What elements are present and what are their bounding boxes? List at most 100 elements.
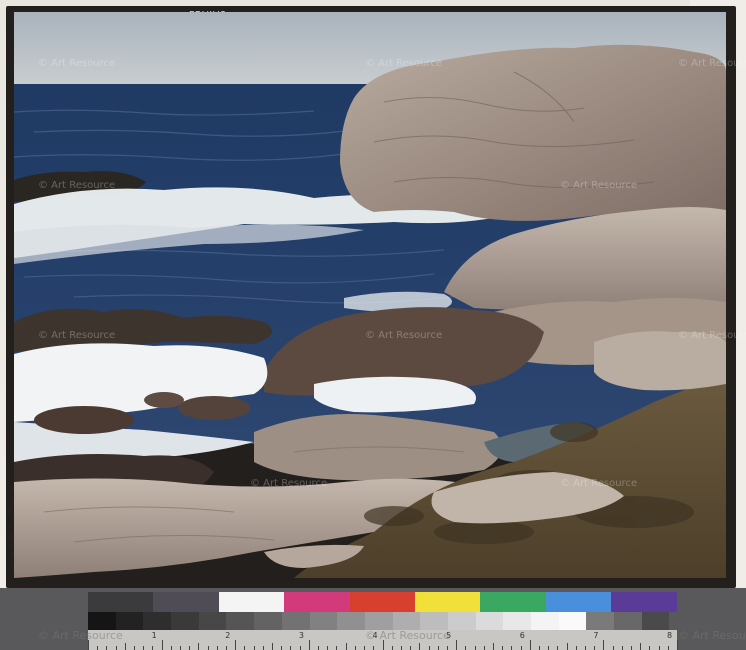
ruler-tick	[419, 643, 421, 650]
gray-patch-9	[309, 612, 338, 630]
ruler-tick	[318, 646, 320, 650]
ruler-tick	[235, 640, 237, 650]
gray-patch-14	[447, 612, 476, 630]
ruler-tick	[612, 646, 614, 650]
ruler-tick	[566, 643, 568, 650]
ruler-number: 5	[446, 631, 452, 640]
gray-patch-1	[88, 612, 116, 630]
ruler-number: 8	[667, 631, 673, 640]
color-patch-9	[611, 592, 677, 612]
ruler-tick	[327, 646, 329, 650]
ruler-tick	[354, 646, 356, 650]
ruler-tick	[382, 640, 384, 650]
gray-patch-2	[115, 612, 144, 630]
ruler-number: 6	[519, 631, 525, 640]
ruler-tick	[548, 646, 550, 650]
ruler-tick	[299, 646, 301, 650]
ruler-tick	[502, 646, 504, 650]
ruler-tick	[529, 640, 531, 650]
ruler-tick	[446, 646, 448, 650]
ruler-number: 3	[298, 631, 304, 640]
ruler-tick	[88, 640, 89, 650]
ruler-tick	[677, 640, 678, 650]
gray-patch-13	[420, 612, 448, 630]
color-patch-6	[414, 592, 481, 612]
ruler-tick	[649, 646, 651, 650]
ruler-tick	[281, 646, 283, 650]
ruler-tick	[272, 643, 274, 650]
color-patch-7	[480, 592, 546, 612]
ruler-tick	[124, 643, 126, 650]
ruler-tick	[143, 646, 145, 650]
ruler-number: 4	[372, 631, 378, 640]
ruler-tick	[400, 646, 402, 650]
ruler-tick	[483, 646, 485, 650]
ruler-tick	[428, 646, 430, 650]
ruler-tick	[594, 646, 596, 650]
ruler-tick	[262, 646, 264, 650]
gray-patch-18	[558, 612, 587, 630]
ruler-number: 2	[225, 631, 231, 640]
ruler-tick	[584, 646, 586, 650]
ruler-tick	[336, 646, 338, 650]
gray-patch-8	[281, 612, 310, 630]
ruler-tick	[474, 646, 476, 650]
ruler-tick	[630, 646, 632, 650]
ruler-tick	[373, 646, 375, 650]
gray-patch-10	[337, 612, 365, 630]
ruler-tick	[621, 646, 623, 650]
ruler-tick	[134, 646, 136, 650]
gray-patch-15	[475, 612, 504, 630]
ruler-tick	[364, 646, 366, 650]
gray-patch-16	[503, 612, 531, 630]
gray-patch-21	[641, 612, 670, 630]
gray-patch-20	[614, 612, 642, 630]
ruler-tick	[557, 646, 559, 650]
gray-patch-17	[531, 612, 559, 630]
ruler-tick	[437, 646, 439, 650]
ruler-tick	[180, 646, 182, 650]
gray-patch-5	[198, 612, 227, 630]
ruler-tick	[106, 646, 108, 650]
ruler-tick	[226, 646, 228, 650]
ruler-tick	[658, 646, 660, 650]
ruler-tick	[253, 646, 255, 650]
ruler-tick	[640, 643, 642, 650]
ruler-tick	[290, 646, 292, 650]
ruler-tick	[410, 646, 412, 650]
gray-patch-4	[171, 612, 199, 630]
ruler-tick	[308, 640, 310, 650]
ruler-tick	[511, 646, 513, 650]
coastal-photograph	[14, 12, 726, 578]
ruler-number: 7	[593, 631, 599, 640]
ruler-tick	[456, 640, 458, 650]
ruler-tick	[207, 646, 209, 650]
color-calibration-bar	[88, 592, 677, 612]
ruler-tick	[161, 640, 163, 650]
gray-patch-7	[254, 612, 282, 630]
grayscale-calibration-bar	[88, 612, 670, 630]
gray-patch-11	[364, 612, 393, 630]
ruler-tick	[97, 646, 99, 650]
color-patch-8	[545, 592, 612, 612]
ruler-tick	[244, 646, 246, 650]
ruler-tick	[216, 646, 218, 650]
ruler-tick	[391, 646, 393, 650]
ruler-tick	[538, 646, 540, 650]
ruler-number: 1	[151, 631, 157, 640]
ruler-tick	[345, 643, 347, 650]
color-patch-5	[349, 592, 415, 612]
ruler-tick	[465, 646, 467, 650]
gray-patch-12	[392, 612, 421, 630]
color-patch-2	[153, 592, 219, 612]
color-patch-1	[88, 592, 154, 612]
ruler-tick	[152, 646, 154, 650]
color-patch-4	[284, 592, 350, 612]
gray-patch-3	[143, 612, 172, 630]
ruler-tick	[667, 646, 669, 650]
color-patch-3	[218, 592, 285, 612]
ruler-tick	[603, 640, 605, 650]
ruler-tick	[520, 646, 522, 650]
measurement-ruler: 1 2 3 4 5 6 7 8	[88, 630, 678, 650]
gray-patch-6	[226, 612, 255, 630]
